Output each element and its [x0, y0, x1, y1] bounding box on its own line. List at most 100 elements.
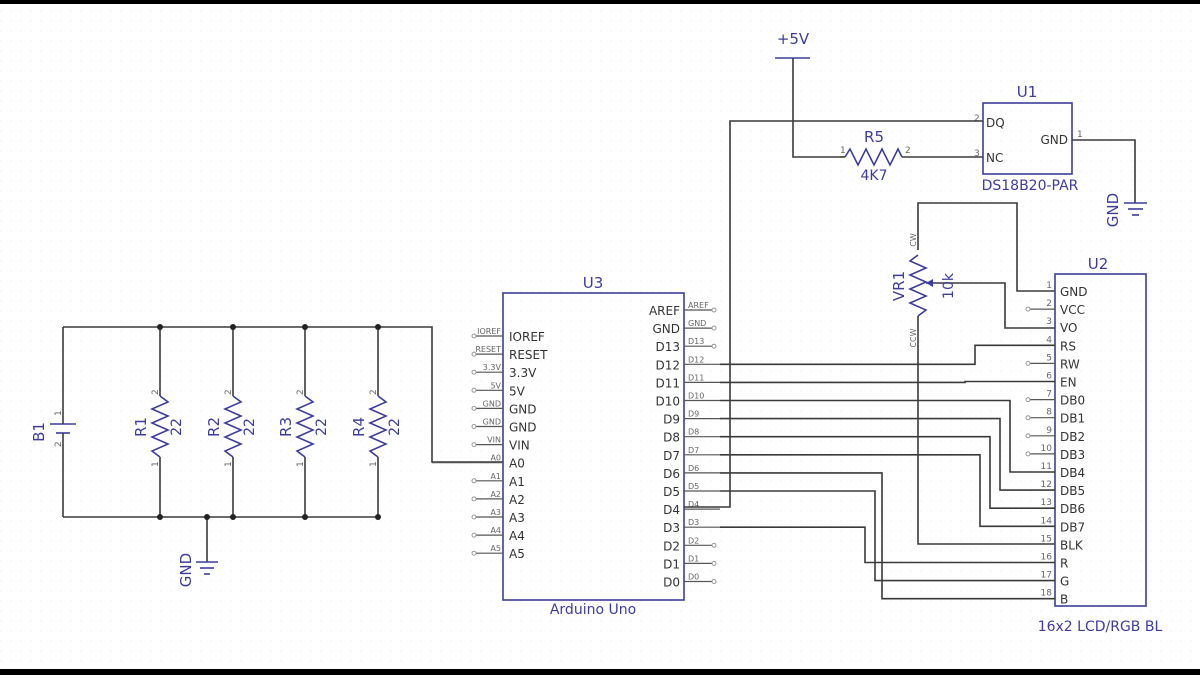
u3-left-pin-net: VIN	[487, 436, 501, 445]
u2-pin-name: DB0	[1060, 394, 1085, 408]
u2-pin-name: RS	[1060, 339, 1076, 353]
u2-pin-name: EN	[1060, 376, 1077, 390]
u2-part: 16x2 LCD/RGB BL	[1038, 619, 1163, 635]
resistor-ref: R1	[132, 417, 150, 437]
u2-pin-number: 11	[1041, 462, 1052, 472]
junction-dot	[302, 514, 308, 520]
u2-pin-number: 13	[1041, 498, 1052, 508]
ground-label-u1: GND	[1104, 193, 1122, 227]
u3-left-pin-net: RESET	[475, 345, 501, 354]
resistor-pin-bottom: 1	[369, 461, 379, 467]
u3-right-pin-net: AREF	[688, 301, 709, 310]
u1-pin-dq: DQ	[986, 116, 1005, 130]
resistor-ref: R4	[350, 417, 368, 437]
resistor-value: 22	[242, 418, 258, 436]
u3-left-pin-name: A0	[509, 457, 525, 471]
u2-ref: U2	[1088, 255, 1109, 273]
resistor-ref: R3	[277, 417, 295, 437]
u3-right-pin-net: D5	[688, 482, 699, 491]
u3-left-pin-name: GND	[509, 421, 537, 435]
r5-value: 4K7	[861, 168, 888, 184]
schematic-canvas: B1 1 2 R1 2221R2 2221R3 2221R4 2221 GND U3 A…	[0, 4, 1200, 669]
u3-left-pin-net: 3.3V	[483, 363, 502, 372]
u1-pinnum-dq: 2	[974, 114, 980, 124]
u2-pin-number: 2	[1046, 299, 1052, 309]
u2-pin-number: 14	[1041, 516, 1053, 526]
power-label: +5V	[777, 30, 810, 48]
vr1-ref: VR1	[890, 271, 908, 301]
resistor-value: 22	[169, 418, 185, 436]
u2-pin-name: B	[1060, 593, 1068, 607]
u2-pin-name: DB1	[1060, 412, 1085, 426]
junction-dot	[230, 514, 236, 520]
u3-right-pin-name: D0	[663, 576, 680, 590]
u3-left-pin-name: IOREF	[509, 330, 545, 344]
u2-pin-number: 3	[1046, 317, 1052, 327]
vr1-cw-label: CW	[909, 233, 918, 247]
u3-left-pin-net: 5V	[490, 381, 501, 390]
battery-pin2: 2	[54, 441, 64, 447]
u3-left-pin-name: VIN	[509, 439, 530, 453]
u2-pin-name: BLK	[1060, 538, 1084, 552]
junction-dot	[157, 514, 163, 520]
vr1-ccw-label: CCW	[909, 328, 918, 347]
u3-left-pin-name: GND	[509, 402, 537, 416]
resistor-pin-top: 2	[369, 389, 379, 395]
u2-pin-name: DB5	[1060, 484, 1085, 498]
resistor-pin-top: 2	[224, 389, 234, 395]
u2-pin-number: 8	[1046, 408, 1052, 418]
u3-right-pin-name: D8	[663, 431, 680, 445]
u3-left-pin-name: 3.3V	[509, 366, 537, 380]
u3-left-pin-name: RESET	[509, 348, 548, 362]
u3-right-pin-name: D12	[655, 358, 680, 372]
u3-right-pin-name: D10	[655, 395, 680, 409]
u2-pin-name: G	[1060, 575, 1069, 589]
u3-right-pin-name: D6	[663, 467, 680, 481]
u3-right-pin-net: D8	[688, 428, 699, 437]
u3-left-pin-net: A5	[490, 544, 501, 553]
u2-pin-number: 1	[1046, 281, 1052, 291]
u3-left-pin-net: A4	[490, 526, 501, 535]
u2-pin-number: 7	[1046, 390, 1052, 400]
junction-dot	[375, 324, 381, 330]
u2-pin-name: VO	[1060, 321, 1077, 335]
u3-left-pin-name: A1	[509, 475, 525, 489]
u1-pinnum-gnd: 1	[1077, 130, 1083, 140]
junction-dot	[157, 324, 163, 330]
u3-right-pin-net: D9	[688, 410, 699, 419]
u3-right-pin-net: D0	[688, 573, 699, 582]
u2-pin-name: DB3	[1060, 448, 1085, 462]
u2-pin-number: 10	[1041, 444, 1053, 454]
u3-left-pin-net: A2	[490, 490, 501, 499]
u2-pin-name: R	[1060, 557, 1068, 571]
u3-left-pin-name: A4	[509, 529, 525, 543]
u3-right-pin-name: D3	[663, 521, 680, 535]
u3-left-pin-name: A5	[509, 547, 525, 561]
u3-right-pin-name: D13	[655, 340, 680, 354]
u3-left-pin-net: GND	[483, 418, 501, 427]
resistor-pin-top: 2	[151, 389, 161, 395]
u2-pin-number: 9	[1046, 426, 1052, 436]
u3-right-pin-name: D2	[663, 539, 680, 553]
u3-right-pin-net: D6	[688, 464, 699, 473]
resistor-ref: R2	[205, 417, 223, 437]
u2-pin-name: DB2	[1060, 430, 1085, 444]
u2-pin-number: 15	[1041, 534, 1052, 544]
u2-pin-number: 17	[1041, 571, 1052, 581]
u3-part: Arduino Uno	[550, 602, 636, 618]
resistor-value: 22	[387, 418, 403, 436]
u2-pin-name: VCC	[1060, 303, 1085, 317]
u1-pin-nc: NC	[986, 151, 1003, 165]
u3-right-pin-net: D7	[688, 446, 699, 455]
resistor-pin-bottom: 1	[224, 461, 234, 467]
u2-pin-name: DB7	[1060, 520, 1085, 534]
junction-dot	[230, 324, 236, 330]
resistor-pin-bottom: 1	[296, 461, 306, 467]
resistor-value: 22	[314, 418, 330, 436]
vr1-value: 10k	[941, 272, 957, 299]
u1-ref: U1	[1017, 83, 1038, 101]
u2-pin-name: RW	[1060, 357, 1080, 371]
resistor-pin-bottom: 1	[151, 461, 161, 467]
u3-left-pin-net: IOREF	[477, 327, 501, 336]
u3-left-pin-net: A3	[490, 508, 501, 517]
